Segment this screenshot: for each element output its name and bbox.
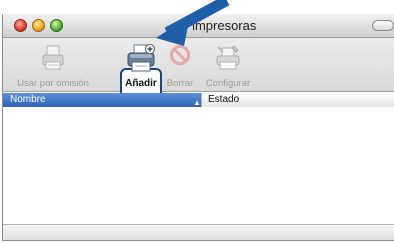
printer-list[interactable] bbox=[3, 107, 394, 225]
column-header-status-label: Estado bbox=[208, 94, 240, 105]
column-header-name-label: Nombre bbox=[10, 94, 46, 105]
minimize-window-button[interactable] bbox=[32, 19, 45, 32]
printer-list-window: de impresoras Usar por omisión Añadir Bo… bbox=[2, 14, 394, 241]
configure-printer-icon bbox=[214, 44, 242, 77]
make-default-label: Usar por omisión bbox=[17, 78, 89, 89]
delete-printer-label: Borrar bbox=[166, 78, 194, 89]
table-header: Nombre ▲ Estado bbox=[3, 93, 394, 107]
configure-printer-label: Configurar bbox=[205, 78, 251, 89]
toolbar-toggle-button[interactable] bbox=[372, 20, 394, 31]
add-printer-label: Añadir bbox=[125, 78, 157, 89]
printer-add-icon bbox=[126, 44, 156, 79]
make-default-button[interactable]: Usar por omisión bbox=[8, 38, 98, 92]
column-header-status[interactable]: Estado bbox=[201, 93, 394, 107]
window-bottom-bar bbox=[3, 224, 394, 240]
column-header-name[interactable]: Nombre ▲ bbox=[3, 93, 201, 107]
zoom-window-button[interactable] bbox=[50, 19, 63, 32]
close-window-button[interactable] bbox=[14, 19, 27, 32]
delete-icon bbox=[169, 44, 191, 71]
pointer-arrow-icon bbox=[140, 0, 230, 48]
printer-disabled-icon bbox=[41, 44, 65, 77]
